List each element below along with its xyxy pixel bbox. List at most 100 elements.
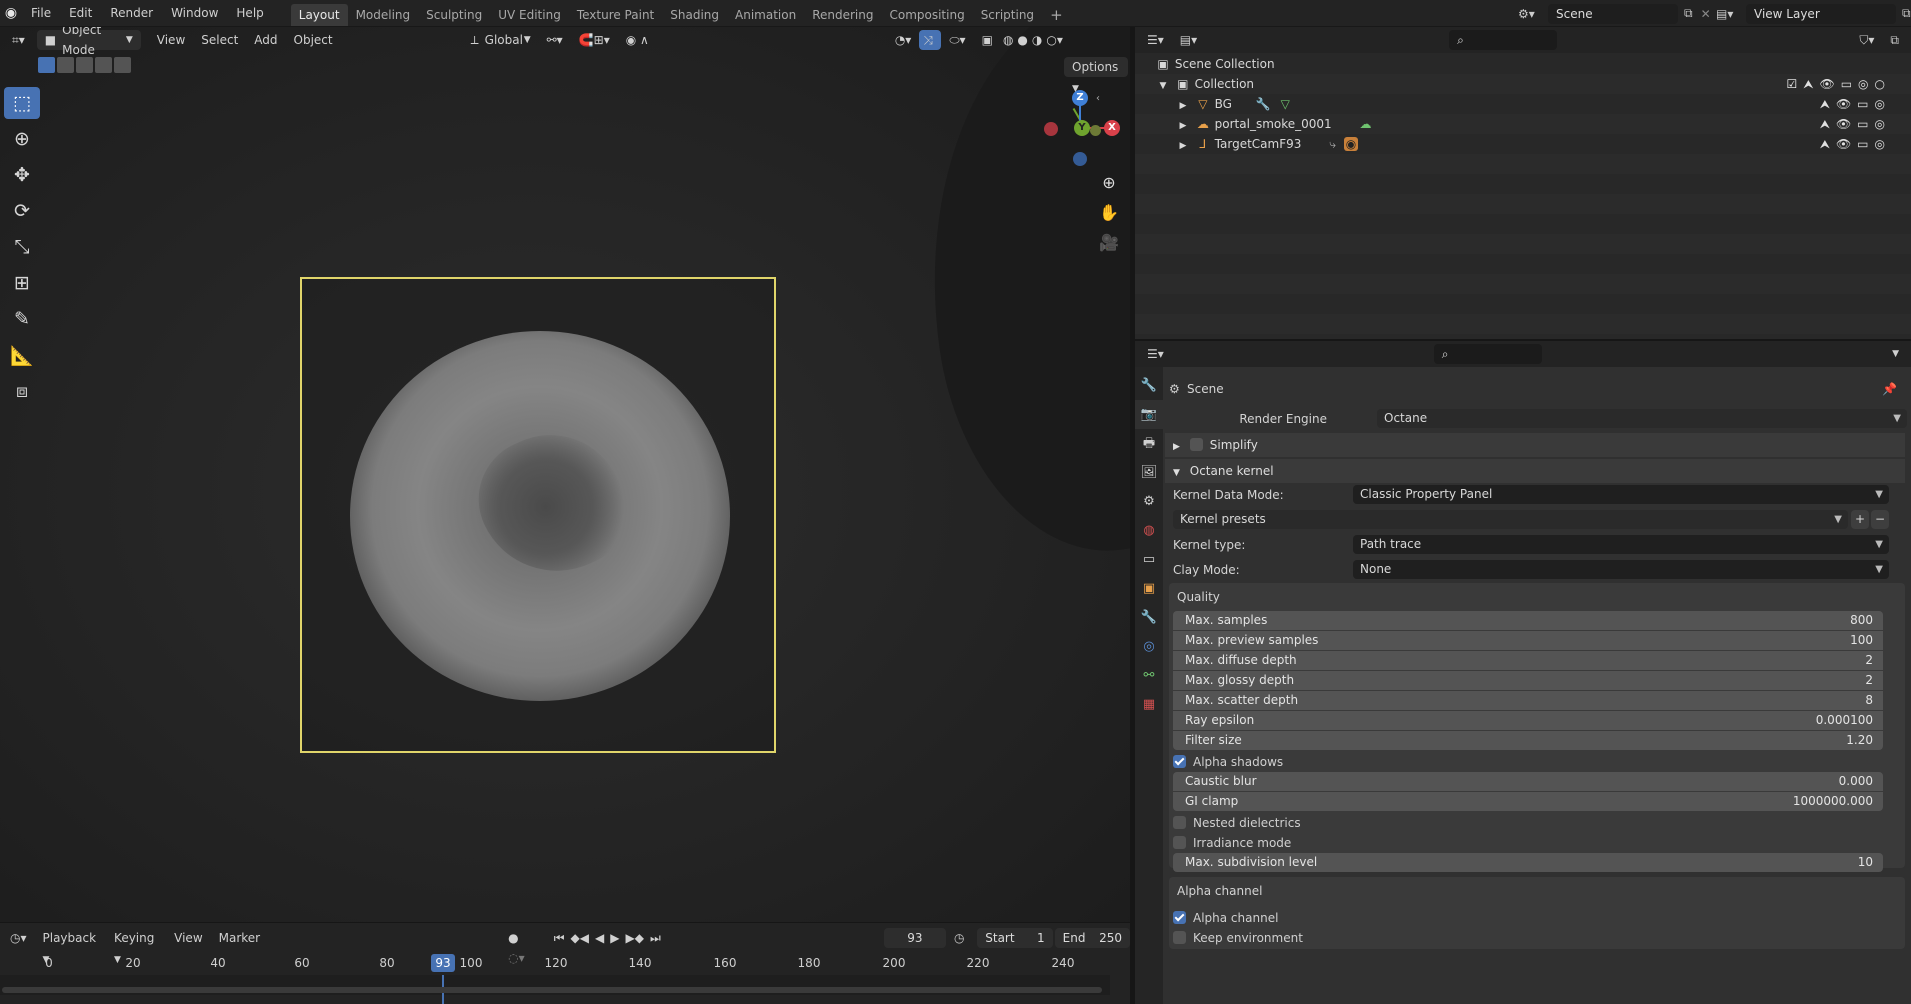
gizmo-toggle-icon[interactable]: ⤨ — [919, 30, 942, 50]
max-glossy-depth-field[interactable]: Max. glossy depth 2 — [1173, 671, 1883, 690]
tab-uv-editing[interactable]: UV Editing — [490, 4, 569, 26]
simplify-panel-header[interactable]: ▶ Simplify — [1165, 433, 1905, 457]
overlay-toggle-icon[interactable]: ⬭▾ — [941, 30, 973, 50]
move-tool-icon[interactable]: ✥ — [4, 159, 40, 191]
start-frame-field[interactable]: Start 1 — [977, 928, 1053, 948]
physics-tab-icon[interactable]: ◎ — [1135, 632, 1163, 661]
camera-child-icon[interactable]: ◉ — [1343, 137, 1359, 151]
max-subdivision-level-field[interactable]: Max. subdivision level 10 — [1173, 853, 1883, 872]
gizmo-z-handle[interactable]: Z — [1072, 90, 1088, 106]
view-layer-tab-icon[interactable]: 🖼 — [1135, 458, 1163, 487]
gizmo-neg-z-handle[interactable] — [1073, 152, 1087, 166]
timeline-editor-type-icon[interactable]: ◷▾ — [2, 928, 35, 948]
xray-toggle-icon[interactable]: ▣ — [974, 30, 1001, 50]
menu-object[interactable]: Object — [286, 30, 341, 50]
simplify-checkbox[interactable] — [1189, 438, 1203, 451]
play-reverse-icon[interactable]: ◀ — [592, 928, 607, 948]
tab-compositing[interactable]: Compositing — [881, 4, 972, 26]
tab-scripting[interactable]: Scripting — [973, 4, 1042, 26]
view-layer-field[interactable]: View Layer — [1746, 3, 1896, 24]
menu-help[interactable]: Help — [227, 0, 272, 27]
auto-keying-icon[interactable]: ● ◌▾ — [500, 928, 543, 965]
view-layer-icon[interactable]: ▤▾ — [1716, 7, 1746, 21]
new-view-layer-icon[interactable]: ⧉ — [1902, 6, 1911, 21]
shading-material-icon[interactable]: ◑ — [1030, 30, 1044, 50]
display-mode-icon[interactable]: ▤▾ — [1172, 30, 1205, 50]
kernel-data-mode-dropdown[interactable]: Classic Property Panel ▼ — [1353, 485, 1889, 504]
tab-animation[interactable]: Animation — [727, 4, 804, 26]
gizmo-x-handle[interactable]: X — [1104, 120, 1120, 136]
jump-end-icon[interactable]: ⏭ — [647, 928, 664, 948]
menu-keying[interactable]: Keying ▼ — [106, 928, 166, 965]
options-dropdown[interactable]: Options ▼ — [1064, 57, 1128, 94]
alpha-shadows-row[interactable]: Alpha shadows — [1173, 752, 1911, 772]
outliner-search-input[interactable]: ⌕ — [1449, 30, 1558, 50]
menu-timeline-view[interactable]: View — [166, 928, 210, 948]
kernel-type-dropdown[interactable]: Path trace ▼ — [1353, 535, 1889, 554]
clay-mode-dropdown[interactable]: None ▼ — [1353, 560, 1889, 579]
menu-view[interactable]: View — [149, 30, 193, 50]
timer-icon[interactable]: ◷ — [954, 931, 971, 945]
select-intersect-icon[interactable] — [114, 57, 131, 73]
nested-dielectrics-checkbox[interactable] — [1173, 816, 1186, 829]
menu-window[interactable]: Window — [162, 0, 227, 27]
caustic-blur-field[interactable]: Caustic blur 0.000 — [1173, 772, 1883, 791]
shading-wireframe-icon[interactable]: ◍ — [1001, 30, 1015, 50]
playhead-marker[interactable]: 93 — [431, 954, 455, 972]
zoom-icon[interactable]: ⊕ — [1096, 170, 1122, 196]
constraint-tab-icon[interactable]: ⚯ — [1135, 661, 1163, 690]
kernel-presets-dropdown[interactable]: Kernel presets ▼ — [1173, 510, 1848, 529]
output-tab-icon[interactable]: 🖶 — [1135, 429, 1163, 458]
current-frame-field[interactable]: 93 — [883, 928, 946, 948]
menu-playback[interactable]: Playback ▼ — [35, 928, 107, 965]
jump-keyframe-back-icon[interactable]: ◆◀ — [568, 928, 592, 948]
select-new-icon[interactable] — [38, 57, 55, 73]
alpha-shadows-checkbox[interactable] — [1173, 755, 1186, 768]
delete-scene-icon[interactable]: ✕ — [1701, 7, 1711, 21]
modifier-tab-icon[interactable]: 🔧 — [1135, 603, 1163, 632]
select-extend-icon[interactable] — [57, 57, 74, 73]
tree-row-scene-collection[interactable]: ▣ Scene Collection — [1135, 54, 1911, 74]
filter-icon[interactable]: ⛉▾ — [1851, 30, 1882, 50]
end-frame-field[interactable]: End 250 — [1054, 928, 1130, 948]
new-scene-icon[interactable]: ⧉ — [1684, 6, 1693, 21]
select-invert-icon[interactable] — [95, 57, 112, 73]
tab-texture-paint[interactable]: Texture Paint — [569, 4, 662, 26]
tool-tab-icon[interactable]: 🔧 — [1135, 371, 1163, 400]
gi-clamp-field[interactable]: GI clamp 1000000.000 — [1173, 792, 1883, 811]
constraint-icon[interactable]: ⤷ — [1329, 137, 1336, 151]
max-diffuse-depth-field[interactable]: Max. diffuse depth 2 — [1173, 651, 1883, 670]
editor-type-icon[interactable]: ⌗▾ — [4, 30, 33, 50]
transform-orientation-dropdown[interactable]: ⟂ Global ▼ — [463, 30, 539, 50]
rotate-tool-icon[interactable]: ⟳ — [4, 195, 40, 227]
collection-restrict-icons[interactable]: ☑⮝👁▭◎○ — [1787, 74, 1891, 94]
scale-tool-icon[interactable]: ⤡ — [4, 231, 40, 263]
volume-data-icon[interactable]: ☁ — [1360, 117, 1372, 131]
pin-icon[interactable]: 📌 — [1882, 379, 1897, 399]
camera-view-icon[interactable]: 🎥 — [1096, 230, 1122, 256]
mesh-data-icon[interactable]: ▽ — [1281, 97, 1290, 111]
irradiance-mode-row[interactable]: Irradiance mode — [1173, 833, 1911, 853]
visibility-icon[interactable]: ◔▾ — [887, 30, 920, 50]
select-box-tool-icon[interactable]: ⬚ — [4, 87, 40, 119]
play-icon[interactable]: ▶ — [607, 928, 622, 948]
tab-shading[interactable]: Shading — [662, 4, 727, 26]
tab-rendering[interactable]: Rendering — [804, 4, 881, 26]
modifier-icon[interactable]: 🔧 — [1256, 97, 1271, 111]
expand-arrow-icon[interactable]: ▶ — [1175, 116, 1191, 136]
tab-sculpting[interactable]: Sculpting — [418, 4, 490, 26]
outliner-editor-type-icon[interactable]: ☰▾ — [1139, 30, 1172, 50]
menu-file[interactable]: File — [22, 0, 60, 27]
object-restrict-icons[interactable]: ⮝👁▭◎ — [1820, 94, 1891, 114]
annotate-tool-icon[interactable]: ✎ — [4, 303, 40, 335]
render-tab-icon[interactable]: 📷 — [1135, 400, 1163, 429]
expand-arrow-icon[interactable]: ▶ — [1175, 136, 1191, 156]
measure-tool-icon[interactable]: 📐 — [4, 339, 40, 371]
remove-preset-button[interactable]: − — [1871, 510, 1889, 529]
object-mode-dropdown[interactable]: ■ Object Mode ▼ — [36, 27, 141, 57]
tree-row-collection[interactable]: ▼ ▣ Collection ☑⮝👁▭◎○ — [1135, 74, 1911, 94]
frame-ruler[interactable]: 0 20 40 60 80 100 120 140 160 180 200 22… — [0, 953, 1130, 975]
object-tab-icon[interactable]: ▣ — [1135, 574, 1163, 603]
proportional-edit-icon[interactable]: ◉ ∧ — [618, 30, 657, 50]
snap-icon[interactable]: 🧲⊞▾ — [571, 30, 618, 50]
